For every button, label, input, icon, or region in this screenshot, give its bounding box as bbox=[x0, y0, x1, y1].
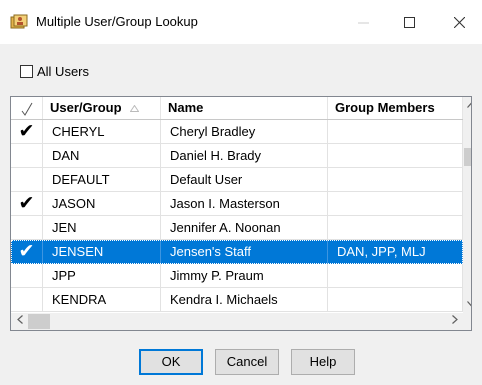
column-header-name[interactable]: Name bbox=[161, 97, 328, 119]
sort-ascending-icon bbox=[129, 104, 140, 112]
help-button[interactable]: Help bbox=[291, 349, 355, 375]
check-cell[interactable]: ✔ bbox=[11, 120, 43, 144]
table-row[interactable]: DAN Daniel H. Brady bbox=[11, 144, 463, 168]
checkbox-box[interactable] bbox=[20, 65, 33, 78]
scroll-left-arrow-icon[interactable] bbox=[11, 313, 28, 330]
table-row[interactable]: DEFAULT Default User bbox=[11, 168, 463, 192]
horizontal-scroll-thumb[interactable] bbox=[28, 314, 50, 329]
column-header-group-members[interactable]: Group Members bbox=[328, 97, 463, 119]
check-column-header[interactable] bbox=[11, 97, 43, 119]
name-cell[interactable]: Cheryl Bradley bbox=[161, 120, 328, 144]
table-row-selected[interactable]: ✔ JENSEN Jensen's Staff DAN, JPP, MLJ bbox=[11, 240, 463, 264]
check-cell[interactable] bbox=[11, 288, 43, 312]
check-cell[interactable]: ✔ bbox=[11, 240, 43, 264]
user-cell[interactable]: JASON bbox=[43, 192, 161, 216]
table-row[interactable]: ✔ CHERYL Cheryl Bradley bbox=[11, 120, 463, 144]
maximize-icon bbox=[403, 16, 415, 28]
column-label: User/Group bbox=[50, 100, 122, 115]
close-button[interactable] bbox=[436, 0, 482, 44]
members-cell[interactable] bbox=[328, 192, 463, 216]
table-row[interactable]: ✔ JASON Jason I. Masterson bbox=[11, 192, 463, 216]
all-users-label: All Users bbox=[37, 64, 90, 79]
user-cell[interactable]: DAN bbox=[43, 144, 161, 168]
members-cell[interactable] bbox=[328, 216, 463, 240]
app-icon bbox=[10, 14, 28, 29]
members-cell[interactable] bbox=[328, 120, 463, 144]
members-cell[interactable] bbox=[328, 288, 463, 312]
title-bar: Multiple User/Group Lookup bbox=[0, 0, 482, 44]
check-cell[interactable] bbox=[11, 144, 43, 168]
table-row[interactable]: KENDRA Kendra I. Michaels bbox=[11, 288, 463, 312]
name-cell[interactable]: Jensen's Staff bbox=[161, 240, 328, 264]
check-cell[interactable] bbox=[11, 264, 43, 288]
user-cell[interactable]: JPP bbox=[43, 264, 161, 288]
name-cell[interactable]: Daniel H. Brady bbox=[161, 144, 328, 168]
name-cell[interactable]: Default User bbox=[161, 168, 328, 192]
grid-header: User/Group Name Group Members bbox=[11, 97, 463, 119]
table-row[interactable]: JPP Jimmy P. Praum bbox=[11, 264, 463, 288]
cancel-button[interactable]: Cancel bbox=[215, 349, 279, 375]
members-cell[interactable] bbox=[328, 168, 463, 192]
vertical-scrollbar[interactable] bbox=[463, 97, 471, 313]
vertical-scroll-thumb[interactable] bbox=[464, 148, 471, 166]
close-icon bbox=[453, 16, 465, 28]
user-cell[interactable]: JEN bbox=[43, 216, 161, 240]
user-group-grid[interactable]: User/Group Name Group Members ✔ CHERYL C… bbox=[10, 96, 472, 331]
maximize-button[interactable] bbox=[386, 0, 432, 44]
check-cell[interactable] bbox=[11, 216, 43, 240]
all-users-checkbox[interactable]: All Users bbox=[20, 64, 89, 79]
table-row[interactable]: JEN Jennifer A. Noonan bbox=[11, 216, 463, 240]
column-header-user-group[interactable]: User/Group bbox=[43, 97, 161, 119]
check-header-icon bbox=[21, 102, 33, 116]
members-cell[interactable] bbox=[328, 264, 463, 288]
window-title: Multiple User/Group Lookup bbox=[36, 14, 198, 29]
user-cell[interactable]: KENDRA bbox=[43, 288, 161, 312]
scroll-right-arrow-icon[interactable] bbox=[446, 313, 463, 330]
check-cell[interactable] bbox=[11, 168, 43, 192]
user-cell[interactable]: DEFAULT bbox=[43, 168, 161, 192]
scroll-up-arrow-icon[interactable] bbox=[463, 97, 471, 114]
name-cell[interactable]: Kendra I. Michaels bbox=[161, 288, 328, 312]
minimize-button[interactable] bbox=[340, 0, 386, 44]
minimize-icon bbox=[357, 22, 369, 23]
name-cell[interactable]: Jason I. Masterson bbox=[161, 192, 328, 216]
members-cell[interactable] bbox=[328, 144, 463, 168]
user-cell[interactable]: CHERYL bbox=[43, 120, 161, 144]
name-cell[interactable]: Jimmy P. Praum bbox=[161, 264, 328, 288]
name-cell[interactable]: Jennifer A. Noonan bbox=[161, 216, 328, 240]
scroll-down-arrow-icon[interactable] bbox=[463, 296, 471, 313]
user-cell[interactable]: JENSEN bbox=[43, 240, 161, 264]
members-cell[interactable]: DAN, JPP, MLJ bbox=[328, 240, 463, 264]
check-cell[interactable]: ✔ bbox=[11, 192, 43, 216]
scrollbar-corner bbox=[463, 313, 471, 330]
horizontal-scrollbar[interactable] bbox=[11, 313, 463, 330]
ok-button[interactable]: OK bbox=[139, 349, 203, 375]
